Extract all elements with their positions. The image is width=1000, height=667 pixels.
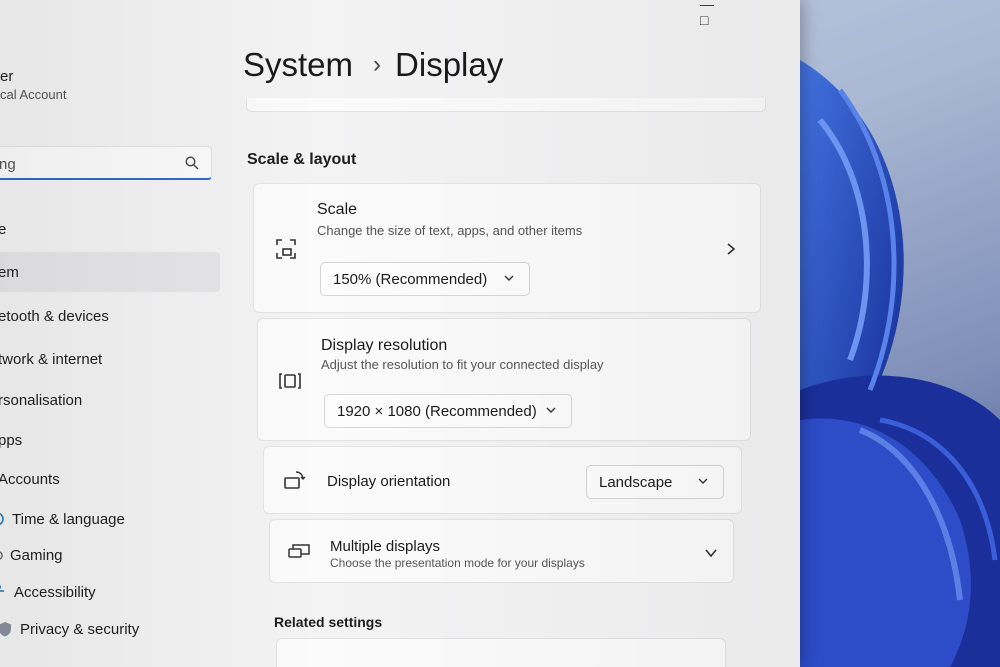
sidebar-item-label: Gaming [10,546,63,564]
sidebar-item-label: etooth & devices [0,307,109,325]
display-resolution-dropdown[interactable]: 1920 × 1080 (Recommended) [324,394,572,428]
brightness-card-edge [246,98,766,112]
scale-icon [276,239,296,259]
search-box[interactable] [0,146,212,180]
globe-clock-icon [0,512,4,526]
sidebar-item-privacy-security[interactable]: Privacy & security [0,609,139,649]
sidebar-item-network-internet[interactable]: twork & internet [0,339,102,379]
orientation-icon [284,471,306,489]
chevron-down-icon [698,478,708,484]
scale-subtitle: Change the size of text, apps, and other… [317,223,583,238]
sidebar-item-system[interactable]: em [0,252,220,292]
chevron-right-icon[interactable] [724,242,738,256]
sidebar-item-label: Privacy & security [20,620,140,638]
breadcrumb-chevron-icon: › [373,51,382,78]
scale-title: Scale [317,201,358,218]
sidebar-item-label: Time & language [12,510,125,528]
settings-window: — □ er cal Account e em etooth & devices… [0,0,800,667]
display-resolution-title: Display resolution [321,337,448,354]
breadcrumb-parent[interactable]: System [243,46,353,84]
multiple-displays-subtitle: Choose the presentation mode for your di… [330,556,585,570]
sidebar-item-label: Accessibility [14,583,96,601]
scale-card[interactable]: Scale Change the size of text, apps, and… [253,183,761,313]
window-controls[interactable]: — □ [700,0,800,28]
search-icon[interactable] [185,156,199,170]
sidebar-item-personalisation[interactable]: rsonalisation [0,380,82,420]
display-orientation-dropdown[interactable]: Landscape [586,465,724,499]
page-title: Display [395,46,504,83]
display-orientation-card: Display orientation Landscape [263,446,742,514]
scale-dropdown[interactable]: 150% (Recommended) [320,262,530,296]
section-title: Scale & layout [247,151,357,168]
sidebar-item-label: e [0,220,7,238]
sidebar-item-bluetooth-devices[interactable]: etooth & devices [0,296,109,336]
display-orientation-dropdown-value: Landscape [599,473,673,491]
multiple-displays-card[interactable]: Multiple displays Choose the presentatio… [269,519,734,583]
related-settings-card[interactable] [276,638,726,667]
related-settings-title: Related settings [274,614,383,630]
sidebar-item-label: pps [0,431,23,449]
sidebar-item-label: Accounts [0,470,60,488]
resolution-icon [279,373,301,389]
chevron-down-icon[interactable] [704,546,718,560]
display-resolution-card: Display resolution Adjust the resolution… [257,318,751,441]
multiple-displays-title: Multiple displays [330,538,441,555]
display-resolution-dropdown-value: 1920 × 1080 (Recommended) [337,402,537,420]
sidebar-item-label: em [0,263,19,281]
sidebar-item-accessibility[interactable]: Accessibility [0,572,96,612]
accessibility-icon [0,585,4,592]
chevron-down-icon [546,407,556,413]
user-name: er [0,68,14,85]
search-input[interactable] [0,154,169,174]
sidebar-item-label: rsonalisation [0,391,83,409]
sidebar-item-gaming[interactable]: Gaming [0,535,63,575]
sidebar-item-apps[interactable]: pps [0,420,22,460]
shield-icon [0,622,11,637]
user-account-type: cal Account [0,87,67,102]
scale-dropdown-value: 150% (Recommended) [333,270,488,288]
sidebar-item-home[interactable]: e [0,209,6,249]
controller-icon [0,551,3,560]
sidebar-item-accounts[interactable]: Accounts [0,459,60,499]
multiple-displays-icon [288,544,310,558]
sidebar-item-time-language[interactable]: Time & language [0,499,125,539]
sidebar-item-label: twork & internet [0,350,103,368]
display-resolution-subtitle: Adjust the resolution to fit your connec… [321,357,604,372]
breadcrumb: System › Display [243,40,503,90]
chevron-down-icon [504,275,514,281]
display-orientation-title: Display orientation [327,473,451,490]
